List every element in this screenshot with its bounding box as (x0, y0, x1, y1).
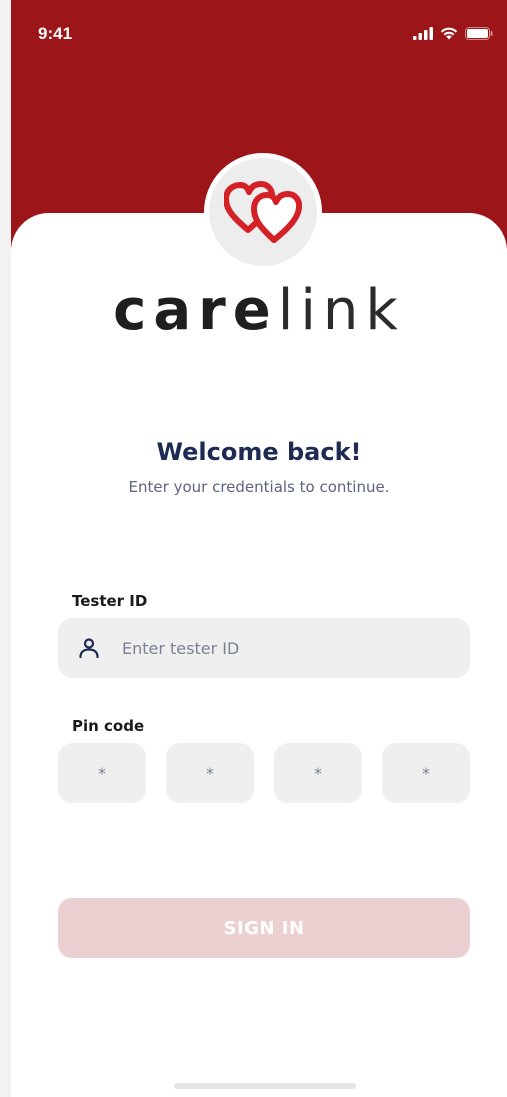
status-icons (413, 27, 493, 40)
user-icon (79, 638, 99, 659)
tester-id-label: Tester ID (72, 592, 148, 610)
pin-code-label: Pin code (72, 717, 145, 735)
wifi-icon (440, 27, 458, 40)
signal-icon (413, 27, 433, 40)
pin-digit-3[interactable]: * (274, 743, 362, 803)
hearts-logo-icon (224, 181, 302, 243)
pin-digit-1[interactable]: * (58, 743, 146, 803)
pin-digit-4[interactable]: * (382, 743, 470, 803)
home-indicator (174, 1083, 356, 1089)
pin-digit-2[interactable]: * (166, 743, 254, 803)
welcome-title: Welcome back! (156, 438, 362, 466)
battery-icon (465, 27, 493, 40)
brand-wordmark-light: link (277, 278, 405, 343)
welcome-subtitle: Enter your credentials to continue. (128, 478, 390, 496)
tester-id-input[interactable] (120, 637, 444, 659)
pin-code-inputs: * * * * (58, 743, 470, 803)
brand-wordmark-bold: care (113, 278, 278, 343)
status-bar: 9:41 (11, 0, 507, 70)
sign-in-button[interactable]: SIGN IN (58, 898, 470, 958)
tester-id-field[interactable] (58, 618, 470, 678)
app-screen: 9:41 carelink Welcome back! Enter your c… (11, 0, 507, 1097)
brand-wordmark: carelink (11, 278, 507, 343)
status-time: 9:41 (38, 24, 73, 43)
logo-badge (204, 153, 322, 271)
